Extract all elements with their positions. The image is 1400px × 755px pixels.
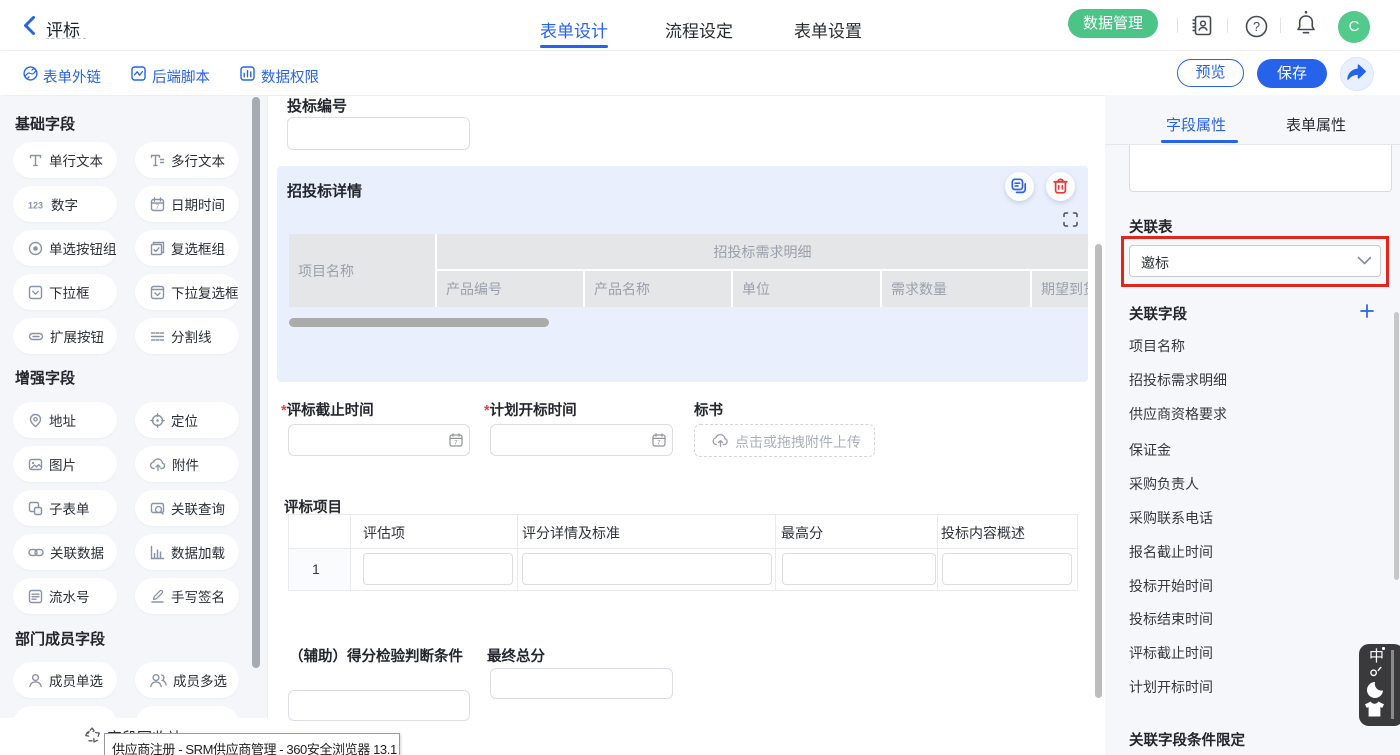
svg-text:7: 7: [156, 204, 160, 211]
svg-text:123: 123: [28, 200, 43, 210]
svg-text:?: ?: [1253, 19, 1260, 34]
svg-text:7: 7: [657, 440, 661, 447]
svg-text:7: 7: [454, 440, 458, 447]
